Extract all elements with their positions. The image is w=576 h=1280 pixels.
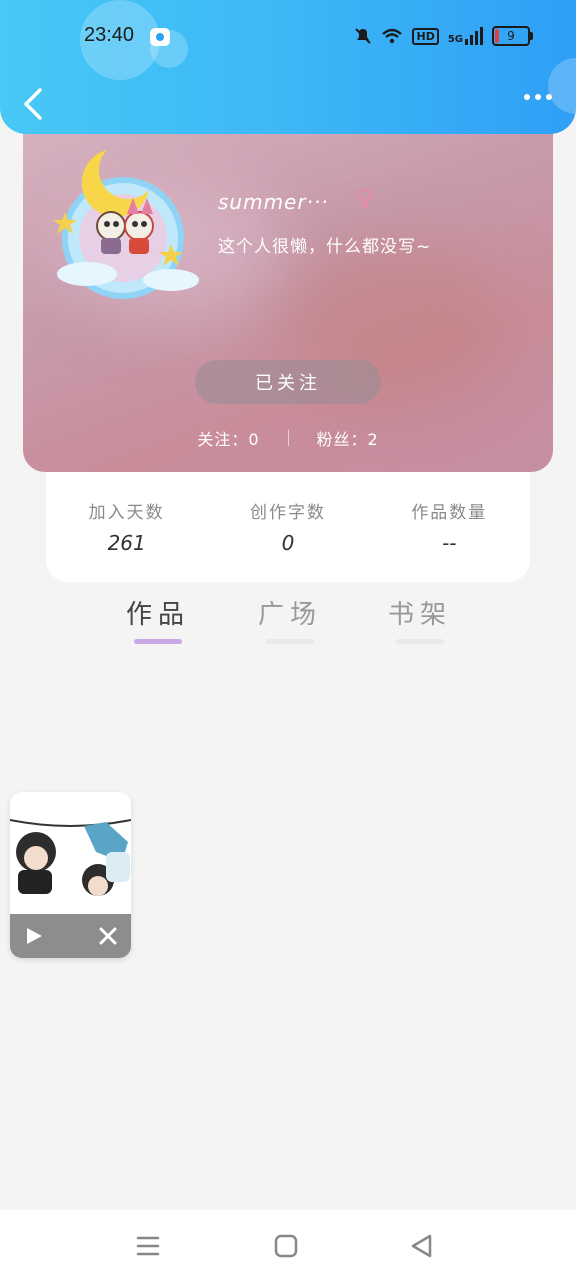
- close-icon[interactable]: [97, 925, 119, 947]
- signal-icon: 5G: [448, 27, 483, 45]
- following-count[interactable]: 关注：0: [197, 426, 259, 450]
- home-square-icon[interactable]: [272, 1232, 300, 1260]
- stat-value: --: [442, 531, 457, 555]
- more-dot: [535, 94, 541, 100]
- tab-square[interactable]: 广场: [254, 594, 326, 644]
- username: summer···: [218, 190, 329, 214]
- fans-count[interactable]: 粉丝：2: [317, 426, 379, 450]
- system-navigation-bar: [0, 1210, 576, 1280]
- follow-counts: 关注：0 粉丝：2: [23, 426, 553, 450]
- tab-label: 广场: [257, 600, 322, 630]
- floating-mini-player[interactable]: [10, 792, 131, 958]
- more-button[interactable]: [524, 94, 552, 100]
- tab-indicator: [396, 639, 444, 644]
- bell-muted-icon: [355, 28, 372, 44]
- wifi-icon: [382, 28, 403, 44]
- stat-label: 创作字数: [249, 503, 326, 523]
- notification-app-icon: [150, 28, 170, 46]
- tab-bookshelf[interactable]: 书架: [384, 594, 456, 644]
- avatar[interactable]: [41, 142, 201, 302]
- user-bio: 这个人很懒，什么都没写~: [218, 237, 432, 257]
- following-button[interactable]: 已关注: [195, 360, 381, 404]
- more-dot: [524, 94, 530, 100]
- header-bar: 23:40 HD 5G 9: [0, 0, 576, 134]
- chevron-left-icon[interactable]: [20, 86, 48, 122]
- menu-icon[interactable]: [134, 1232, 162, 1260]
- battery-icon: 9: [492, 26, 533, 46]
- gender-female-icon: ♀: [356, 184, 374, 212]
- stat-value: 261: [107, 531, 146, 555]
- stat-works-count: 作品数量 --: [369, 472, 530, 582]
- status-icons: HD 5G 9: [354, 26, 533, 46]
- content-tabs: 作品 广场 书架: [0, 594, 576, 654]
- mini-player-controls: [10, 914, 131, 958]
- tab-label: 书架: [387, 600, 452, 630]
- header-decoration: [548, 58, 576, 114]
- tab-works[interactable]: 作品: [122, 594, 194, 644]
- stat-label: 作品数量: [411, 503, 488, 523]
- stat-value: 0: [281, 531, 295, 555]
- network-label: 5G: [447, 34, 463, 45]
- stat-join-days: 加入天数 261: [46, 472, 207, 582]
- profile-card: summer··· ♀ 这个人很懒，什么都没写~ 已关注 关注：0 粉丝：2: [23, 120, 553, 472]
- play-icon[interactable]: [24, 926, 44, 946]
- tab-label: 作品: [125, 600, 190, 630]
- hd-badge: HD: [412, 27, 439, 45]
- mini-player-cover[interactable]: [10, 792, 131, 914]
- back-triangle-icon[interactable]: [408, 1232, 436, 1260]
- tab-indicator: [134, 639, 182, 644]
- divider: [287, 430, 289, 446]
- tab-indicator: [266, 639, 314, 644]
- status-time: 23:40: [84, 24, 135, 46]
- more-dot: [546, 94, 552, 100]
- stat-label: 加入天数: [88, 503, 165, 523]
- stats-card: 加入天数 261 创作字数 0 作品数量 --: [46, 472, 530, 582]
- battery-level: 9: [507, 29, 515, 43]
- stat-word-count: 创作字数 0: [207, 472, 368, 582]
